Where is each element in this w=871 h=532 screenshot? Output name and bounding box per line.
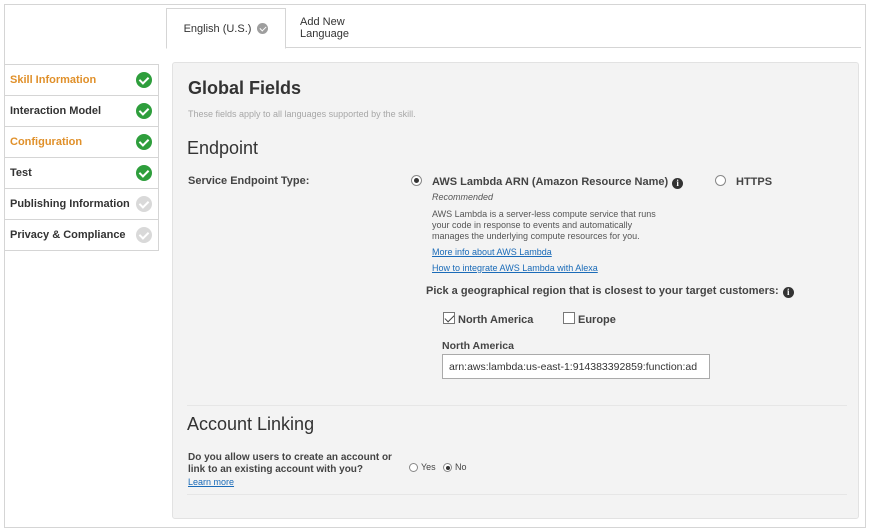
endpoint-heading: Endpoint [187, 138, 259, 158]
check-circle-icon [136, 165, 152, 181]
https-label[interactable]: HTTPS [736, 176, 772, 188]
lambda-arn-radio[interactable] [411, 175, 422, 186]
region-prompt: Pick a geographical region that is close… [426, 285, 794, 298]
check-circle-icon [136, 196, 152, 212]
arn-field-label: North America [442, 340, 514, 352]
sidebar-item-label: Test [10, 167, 32, 179]
account-linking-question-line: link to an existing account with you? [188, 464, 364, 475]
sidebar-item-publishing-information[interactable]: Publishing Information [5, 189, 158, 220]
global-fields-panel: Global Fields These fields apply to all … [172, 62, 859, 519]
check-circle-icon [136, 227, 152, 243]
check-circle-icon [257, 23, 269, 34]
language-tabs: English (U.S.) Add New Language [166, 8, 861, 49]
check-circle-icon [136, 103, 152, 119]
sidebar-item-interaction-model[interactable]: Interaction Model [5, 96, 158, 127]
lambda-arn-label: AWS Lambda ARN (Amazon Resource Name) [432, 176, 669, 188]
section-divider [187, 405, 847, 406]
sidebar-item-label: Configuration [10, 136, 83, 148]
info-icon[interactable]: i [782, 287, 794, 298]
https-radio[interactable] [715, 175, 726, 186]
tab-add-new-language-label: Add New Language [300, 16, 349, 40]
lambda-arn-option[interactable]: AWS Lambda ARN (Amazon Resource Name) i [432, 176, 684, 189]
page-title: Global Fields [188, 78, 302, 98]
tab-english-us[interactable]: English (U.S.) [166, 8, 286, 49]
integrate-lambda-link[interactable]: How to integrate AWS Lambda with Alexa [432, 263, 598, 273]
tab-add-new-language[interactable]: Add New Language [286, 8, 406, 48]
account-linking-question-line: Do you allow users to create an account … [188, 452, 392, 463]
check-circle-icon [136, 72, 152, 88]
europe-checkbox[interactable] [563, 312, 575, 324]
region-prompt-text: Pick a geographical region that is close… [426, 285, 779, 297]
more-info-lambda-link[interactable]: More info about AWS Lambda [432, 247, 552, 257]
account-linking-yes-label[interactable]: Yes [421, 462, 436, 472]
lambda-description-line: manages the underlying compute resources… [432, 231, 640, 241]
tab-english-us-label: English (U.S.) [183, 22, 252, 35]
recommended-text: Recommended [432, 192, 494, 202]
sidebar-item-label: Skill Information [10, 74, 97, 86]
sidebar-item-label: Privacy & Compliance [10, 229, 126, 241]
service-endpoint-type-label: Service Endpoint Type: [188, 175, 310, 187]
sidebar-item-configuration[interactable]: Configuration [5, 127, 158, 158]
europe-label[interactable]: Europe [578, 314, 616, 326]
sidebar-item-test[interactable]: Test [5, 158, 158, 189]
sidebar-item-skill-information[interactable]: Skill Information [5, 65, 158, 96]
north-america-label[interactable]: North America [458, 314, 533, 326]
info-icon[interactable]: i [672, 178, 684, 189]
learn-more-link[interactable]: Learn more [188, 477, 234, 487]
sidebar-item-privacy-compliance[interactable]: Privacy & Compliance [5, 220, 158, 251]
account-linking-no-label[interactable]: No [455, 462, 467, 472]
account-linking-heading: Account Linking [187, 414, 315, 434]
sidebar: Skill Information Interaction Model Conf… [4, 64, 159, 251]
sidebar-item-label: Interaction Model [10, 105, 102, 117]
check-circle-icon [136, 134, 152, 150]
lambda-description-line: your code in response to events and auto… [432, 220, 633, 230]
lambda-arn-input[interactable] [442, 354, 710, 379]
north-america-checkbox[interactable] [443, 312, 455, 324]
sidebar-item-label: Publishing Information [10, 198, 130, 210]
account-linking-no-radio[interactable] [443, 463, 452, 472]
account-linking-yes-radio[interactable] [409, 463, 418, 472]
lambda-description-line: AWS Lambda is a server-less compute serv… [432, 209, 656, 219]
page-subtitle: These fields apply to all languages supp… [188, 109, 416, 119]
section-divider [187, 494, 847, 495]
